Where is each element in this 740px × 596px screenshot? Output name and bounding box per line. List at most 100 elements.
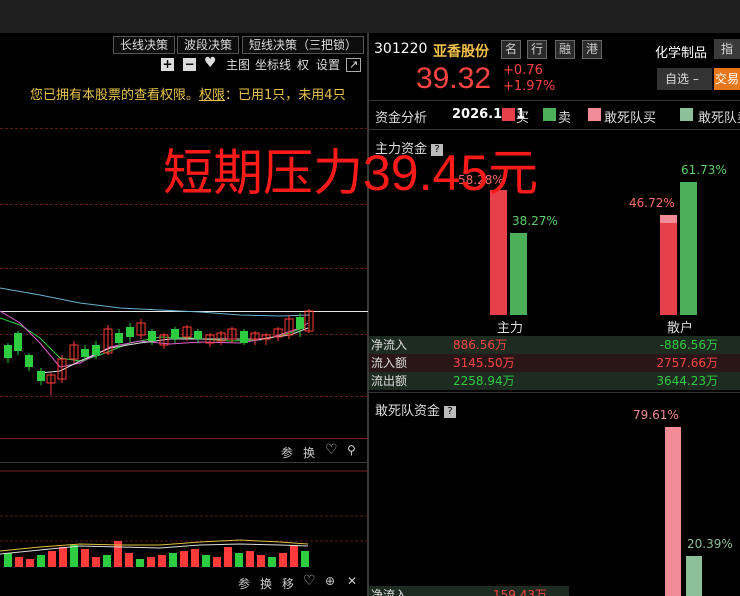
params-button[interactable]: 参 (281, 444, 293, 461)
switch-button-2[interactable]: 换 (260, 575, 272, 592)
volume-bar (81, 549, 89, 567)
legend-buy-swatch (502, 108, 515, 121)
volume-bar (202, 555, 210, 567)
industry-label[interactable]: 化学制品 (655, 42, 707, 61)
volume-bar (136, 559, 144, 567)
close-icon[interactable]: ✕ (347, 574, 357, 588)
row-label: 净流入 (371, 588, 408, 596)
row-main-value: 2258.94万 (453, 374, 515, 388)
dare-buy-pct: 79.61% (633, 408, 679, 423)
legend-dare-buy-swatch (588, 108, 601, 121)
minus-icon: – (692, 72, 699, 86)
annotation-prefix: 短期压力 (163, 144, 363, 202)
volume-bar (246, 551, 254, 567)
dare-fund-title: 敢死队资金? (375, 400, 457, 419)
volume-area (0, 470, 368, 567)
stock-code: 301220 (374, 41, 428, 57)
retail-buy-bar (660, 214, 677, 315)
table-row: 流入额 3145.50万 2757.66万 (369, 354, 740, 372)
candle-body (92, 345, 100, 355)
ma-blue-line (0, 287, 311, 317)
tag-name[interactable]: 名 (501, 40, 521, 59)
stock-name[interactable]: 亚香股份 (433, 41, 489, 61)
volume-bar (147, 557, 155, 567)
retail-buy-pct: 46.72% (629, 195, 675, 210)
volume-bar (37, 555, 45, 567)
table-row: 流出额 2258.94万 3644.23万 (369, 372, 740, 390)
favorite-button[interactable]: 自选 – (657, 68, 712, 90)
row-label: 流出额 (371, 374, 408, 388)
candle-body (148, 331, 156, 341)
indicator-divider (0, 462, 368, 463)
help-icon[interactable]: ? (444, 406, 457, 418)
dare-sell-bar (686, 555, 702, 596)
row-label: 流入额 (371, 356, 408, 370)
row-retail-value: -886.56万 (659, 338, 718, 352)
table-row: 净流入 886.56万 -886.56万 (369, 336, 740, 354)
heart-outline-icon-2[interactable]: ♡ (303, 573, 316, 589)
index-button[interactable]: 指 (714, 39, 740, 59)
trade-button[interactable]: 交易 (714, 68, 740, 90)
volume-bar (301, 551, 309, 567)
volume-bar (279, 553, 287, 567)
annotation-price: 39.45 (363, 145, 489, 201)
candle-body (126, 327, 134, 337)
fund-analysis-label: 资金分析 (375, 111, 428, 126)
volume-bar (169, 553, 177, 567)
volume-bar (191, 549, 199, 567)
retail-sell-bar (680, 182, 697, 315)
main-sell-bar (510, 232, 527, 315)
legend-dare-sell: 敢死队卖 (698, 111, 740, 126)
dare-sell-pct: 20.39% (687, 536, 733, 551)
params-button-2[interactable]: 参 (238, 575, 250, 592)
candle-body (194, 331, 202, 339)
volume-bar (224, 547, 232, 567)
table-row: 净流入 159.43万 (369, 586, 569, 596)
window-top-bar (0, 0, 740, 33)
volume-bar (26, 559, 34, 567)
volume-bar (125, 553, 133, 567)
main-buy-bar (490, 189, 507, 315)
volume-bar (48, 551, 56, 567)
stock-price: 39.32 (416, 62, 492, 95)
kline-svg (0, 287, 368, 567)
pressure-annotation: 短期压力39.45元 (163, 143, 538, 203)
volume-bar (103, 555, 111, 567)
row-label: 净流入 (371, 338, 408, 352)
price-change: +0.76 (503, 63, 543, 78)
dare-buy-bar (665, 427, 681, 596)
annotation-suffix: 元 (488, 144, 539, 202)
legend-sell: 卖 (558, 111, 572, 126)
dare-fund-title-text: 敢死队资金 (375, 404, 441, 419)
row-retail-value: 2757.66万 (656, 356, 718, 370)
volume-bar (290, 545, 298, 567)
zoom-icon[interactable]: ⊕ (325, 574, 335, 588)
volume-bar (235, 553, 243, 567)
tag-industry[interactable]: 行 (527, 40, 547, 59)
volume-bar (59, 547, 67, 567)
main-sell-pct: 38.27% (512, 213, 558, 228)
volume-bar (70, 545, 78, 567)
candle-body (14, 333, 22, 351)
candle-body (240, 331, 248, 343)
row-main-value: 886.56万 (453, 338, 507, 352)
row-main-value: 3145.50万 (453, 356, 515, 370)
retail-buy-top (660, 214, 677, 223)
switch-button[interactable]: 换 (303, 444, 315, 461)
candle-body (4, 345, 12, 358)
row-dare-value: 159.43万 (493, 588, 547, 596)
section-divider (369, 392, 740, 393)
volume-bar (268, 557, 276, 567)
move-button[interactable]: 移 (282, 575, 294, 592)
legend-buy: 买 (516, 111, 530, 126)
retail-sell-pct: 61.73% (681, 163, 727, 178)
volume-bar (257, 555, 265, 567)
legend-dare-buy: 敢死队买 (604, 111, 657, 126)
volume-bar (213, 557, 221, 567)
tag-hk[interactable]: 港 (582, 40, 602, 59)
search-icon[interactable]: ⚲ (347, 443, 356, 457)
candle-body (115, 333, 123, 343)
heart-outline-icon[interactable]: ♡ (325, 442, 338, 458)
tag-margin[interactable]: 融 (555, 40, 575, 59)
candle-body (296, 317, 304, 329)
